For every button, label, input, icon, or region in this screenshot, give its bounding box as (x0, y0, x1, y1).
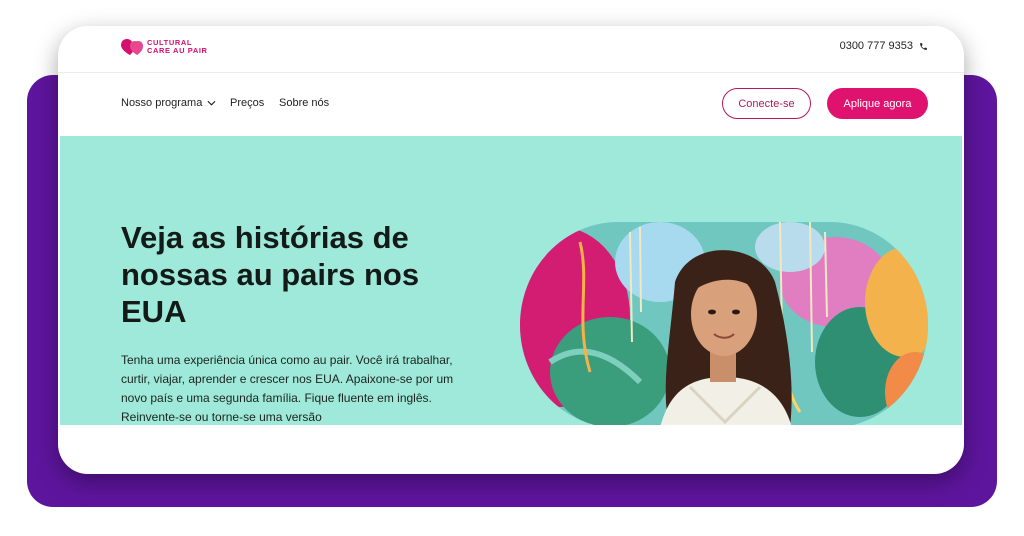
top-bar: CULTURAL CARE AU PAIR 0300 777 9353 (58, 26, 964, 73)
nav-item-sobre-nos[interactable]: Sobre nós (279, 97, 329, 109)
hero-title: Veja as histórias de nossas au pairs nos… (121, 220, 420, 329)
logo-text-line2: CARE AU PAIR (147, 46, 208, 55)
nav-item-precos[interactable]: Preços (230, 97, 264, 109)
login-button[interactable]: Conecte-se (722, 88, 811, 119)
phone-number: 0300 777 9353 (839, 40, 913, 52)
nav-item-label: Sobre nós (279, 97, 330, 109)
phone-contact[interactable]: 0300 777 9353 (840, 40, 928, 52)
heart-logo-icon (121, 39, 143, 55)
chevron-down-icon (207, 100, 216, 106)
apply-now-button[interactable]: Aplique agora (827, 88, 928, 119)
hero-photo (520, 222, 928, 425)
hero-description: Tenha uma experiência única como au pair… (121, 353, 454, 424)
nav-item-label: Nosso programa (121, 97, 203, 109)
hero-section: Veja as histórias de nossas au pairs nos… (60, 136, 962, 425)
nav-item-label: Preços (230, 97, 265, 109)
phone-icon (920, 42, 927, 50)
browser-window: CULTURAL CARE AU PAIR 0300 777 9353 Noss… (58, 26, 964, 474)
nav-item-nosso-programa[interactable]: Nosso programa (121, 97, 216, 109)
brand-logo[interactable]: CULTURAL CARE AU PAIR (121, 38, 227, 56)
main-nav: Nosso programa Preços Sobre nós Conecte-… (58, 73, 964, 136)
